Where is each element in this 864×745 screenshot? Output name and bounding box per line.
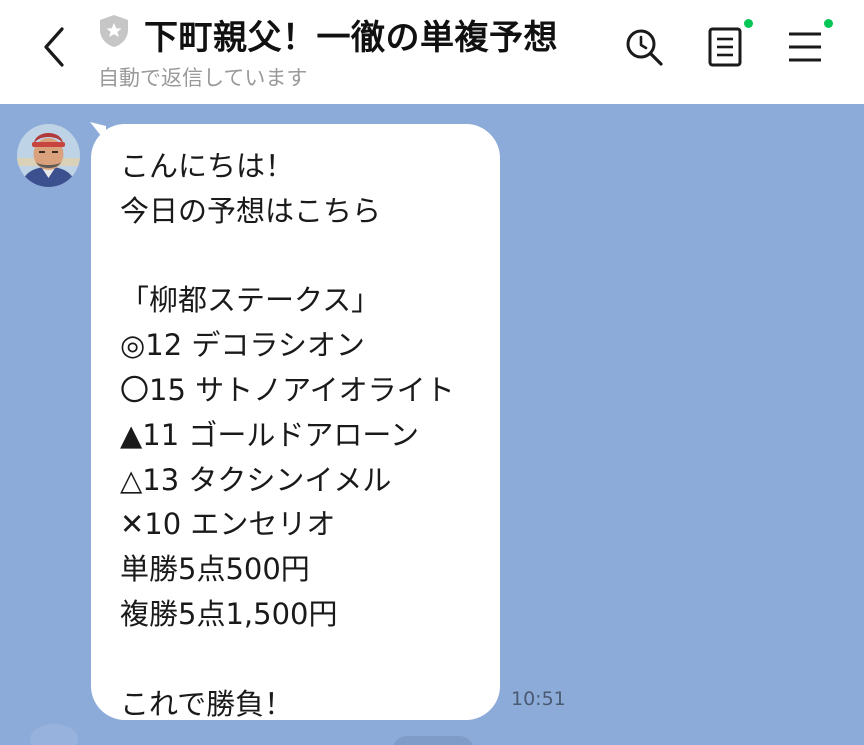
chat-title: 下町親父！一徹の単複予想 [144,18,558,58]
chat-status-text: 自動で返信しています [98,66,308,90]
menu-button[interactable] [781,22,829,72]
message-line: これで勝負！ [120,686,294,721]
message-line: 「柳都ステークス」 [120,283,381,318]
message-line: 〇15 サトノアイオライト [120,372,455,407]
message-line: △13 タクシンイメル [120,462,392,497]
message-line: ◎12 デコラシオン [120,328,365,363]
message-list[interactable]: こんにちは！ 今日の予想はこちら 「柳都ステークス」 ◎12 デコラシオン 〇1… [0,104,864,745]
message-line: ▲11 ゴールドアローン [120,417,419,452]
notes-notification-dot [744,19,753,28]
message-line [120,234,500,279]
message-timestamp: 10:51 [511,688,566,710]
chat-screen: 下町親父！一徹の単複予想 自動で返信しています こんにちは！ 今日の予想はこちら… [0,0,864,745]
message-line [120,637,500,682]
chat-header: 下町親父！一徹の単複予想 自動で返信しています [0,0,864,104]
menu-notification-dot [824,19,833,28]
message-bubble[interactable]: こんにちは！ 今日の予想はこちら 「柳都ステークス」 ◎12 デコラシオン 〇1… [91,124,500,721]
partial-next-avatar [30,724,78,745]
notes-icon [708,27,742,67]
notes-button[interactable] [701,22,749,72]
search-icon [626,29,663,66]
avatar-image [17,124,80,187]
chevron-left-icon [44,27,64,67]
sender-avatar[interactable] [17,124,80,187]
message-line: 複勝5点1,500円 [120,596,338,631]
partial-next-element [392,736,474,745]
menu-icon [789,32,821,62]
message-line: 単勝5点500円 [120,552,310,587]
message-line: 今日の予想はこちら [120,193,382,228]
message-line: ✕10 エンセリオ [120,507,336,542]
search-button[interactable] [620,22,668,72]
message-line: こんにちは！ [120,149,295,183]
back-button[interactable] [30,22,80,72]
shield-star-icon [100,15,128,47]
